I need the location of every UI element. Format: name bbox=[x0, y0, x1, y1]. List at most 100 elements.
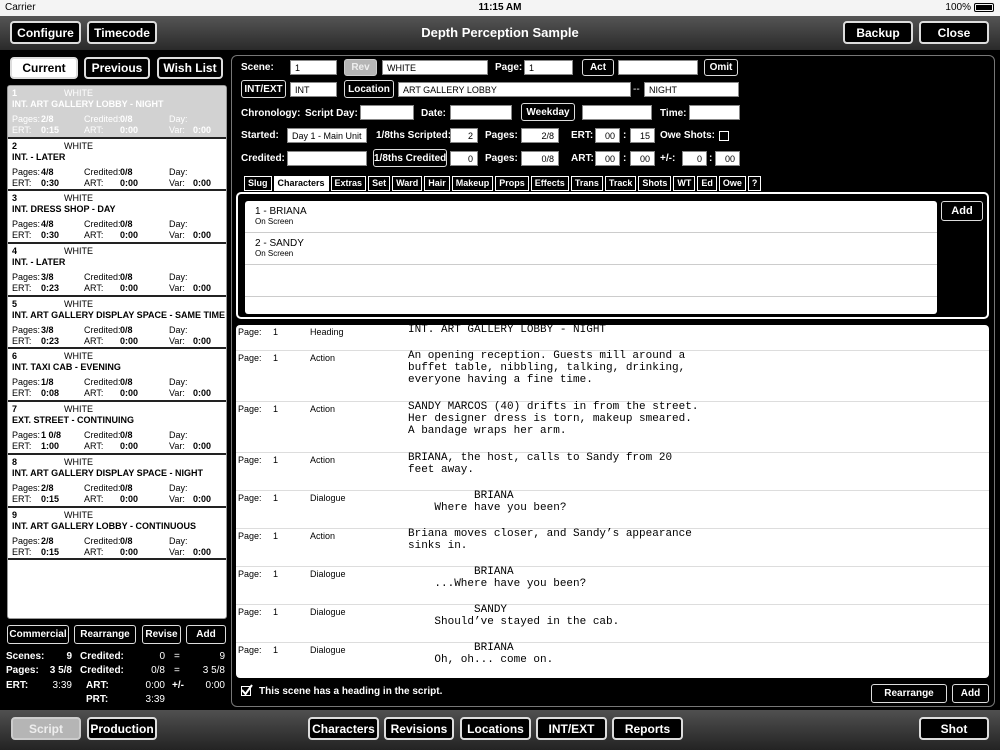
script-line[interactable]: Page: 1 Dialogue SANDY Should’ve stayed in… bbox=[236, 604, 989, 643]
location-field[interactable]: ART GALLERY LOBBY bbox=[398, 82, 631, 97]
eighths-credited-field[interactable]: 0 bbox=[450, 151, 478, 166]
tab-ed[interactable]: Ed bbox=[697, 176, 717, 191]
tab-wish-list[interactable]: Wish List bbox=[157, 57, 223, 79]
rearrange-scenes-button[interactable]: Rearrange bbox=[74, 625, 136, 644]
total-art-value: 0:00 bbox=[145, 680, 165, 691]
script-tab-button[interactable]: Script bbox=[11, 717, 81, 740]
script-line[interactable]: Page: 1 Dialogue BRIANA ...Where have you … bbox=[236, 566, 989, 605]
character-row[interactable]: 2 - SANDY On Screen bbox=[245, 233, 937, 265]
tab-help[interactable]: ? bbox=[747, 176, 762, 191]
script-line[interactable]: Page: 1 Dialogue BRIANA Where have you bee… bbox=[236, 490, 989, 529]
int-ext-button[interactable]: INT/EXT bbox=[241, 80, 286, 98]
pages-field[interactable]: 2/8 bbox=[521, 128, 559, 143]
commercial-button[interactable]: Commercial bbox=[7, 625, 69, 644]
scene-list-item[interactable]: 6 WHITE INT. TAXI CAB - EVENING Pages: 1/8 Cr… bbox=[8, 349, 226, 403]
script-line-text: BRIANA Where have you been? bbox=[434, 490, 567, 514]
scene-list-item[interactable]: 2 WHITE INT. - LATER Pages: 4/8 Credited: 0/8 D… bbox=[8, 139, 226, 192]
tab-previous[interactable]: Previous bbox=[84, 57, 150, 79]
tab-props[interactable]: Props bbox=[495, 176, 529, 191]
tab-track[interactable]: Track bbox=[604, 176, 637, 191]
weekday-field[interactable] bbox=[582, 105, 652, 120]
scene-list-item[interactable]: 7 WHITE EXT. STREET - CONTINUING Pages: 1 0/… bbox=[8, 402, 226, 455]
scene-number-field[interactable]: 1 bbox=[290, 60, 337, 75]
close-button[interactable]: Close bbox=[919, 21, 989, 44]
act-field[interactable] bbox=[618, 60, 698, 75]
script-line[interactable]: Page: 1 Action BRIANA, the host, calls to S… bbox=[236, 452, 989, 491]
tab-makeup[interactable]: Makeup bbox=[451, 176, 494, 191]
script-line[interactable]: Page: 1 Dialogue BRIANA Oh, oh... come on. bbox=[236, 642, 989, 678]
tab-slug[interactable]: Slug bbox=[244, 176, 272, 191]
production-tab-button[interactable]: Production bbox=[87, 717, 157, 740]
omit-button[interactable]: Omit bbox=[704, 59, 738, 76]
scene-list-item[interactable]: 9 WHITE INT. ART GALLERY LOBBY - CONTINUOU… bbox=[8, 508, 226, 561]
ert-hours-field[interactable]: 00 bbox=[595, 128, 620, 143]
scene-list-item[interactable]: 4 WHITE INT. - LATER Pages: 3/8 Credited: 0/8 D… bbox=[8, 244, 226, 297]
owe-shots-checkbox[interactable] bbox=[719, 131, 729, 141]
tab-owe[interactable]: Owe bbox=[718, 176, 746, 191]
eighths-scripted-field[interactable]: 2 bbox=[450, 128, 478, 143]
backup-button[interactable]: Backup bbox=[843, 21, 913, 44]
scene-item-var-label: Var: bbox=[169, 230, 185, 241]
tab-current[interactable]: Current bbox=[10, 57, 78, 79]
time-field[interactable] bbox=[689, 105, 740, 120]
rearrange-lines-button[interactable]: Rearrange bbox=[871, 684, 947, 703]
art-hours-field[interactable]: 00 bbox=[595, 151, 620, 166]
time-of-day-field[interactable]: NIGHT bbox=[644, 82, 739, 97]
add-character-button[interactable]: Add bbox=[941, 201, 983, 221]
int-ext-report-button[interactable]: INT/EXT bbox=[536, 717, 607, 740]
location-button[interactable]: Location bbox=[344, 80, 394, 98]
tab-extras[interactable]: Extras bbox=[330, 176, 367, 191]
int-ext-field[interactable]: INT bbox=[290, 82, 337, 97]
tab-ward[interactable]: Ward bbox=[392, 176, 423, 191]
add-scene-button[interactable]: Add bbox=[186, 625, 226, 644]
scene-list[interactable]: 1 WHITE INT. ART GALLERY LOBBY - NIGHT Page… bbox=[7, 85, 227, 619]
variance-hours-field[interactable]: 0 bbox=[682, 151, 707, 166]
credited-field[interactable] bbox=[287, 151, 367, 166]
scene-list-item[interactable]: 8 WHITE INT. ART GALLERY DISPLAY SPACE - N… bbox=[8, 455, 226, 508]
weekday-button[interactable]: Weekday bbox=[521, 103, 575, 121]
rev-button[interactable]: Rev bbox=[344, 59, 377, 76]
started-field[interactable]: Day 1 - Main Unit bbox=[287, 128, 367, 143]
configure-button[interactable]: Configure bbox=[10, 21, 81, 44]
act-button[interactable]: Act bbox=[582, 59, 614, 76]
characters-report-button[interactable]: Characters bbox=[308, 717, 379, 740]
art-minutes-field[interactable]: 00 bbox=[630, 151, 655, 166]
revise-button[interactable]: Revise bbox=[142, 625, 181, 644]
credited-pages-field[interactable]: 0/8 bbox=[521, 151, 559, 166]
revisions-button[interactable]: Revisions bbox=[384, 717, 454, 740]
script-line[interactable]: Page: 1 Action Briana moves closer, and San… bbox=[236, 528, 989, 567]
tab-characters[interactable]: Characters bbox=[273, 176, 329, 191]
script-day-field[interactable] bbox=[360, 105, 414, 120]
ert-minutes-field[interactable]: 15 bbox=[630, 128, 655, 143]
scene-list-item[interactable]: 3 WHITE INT. DRESS SHOP - DAY Pages: 4/8 Cred… bbox=[8, 191, 226, 245]
tab-effects[interactable]: Effects bbox=[530, 176, 569, 191]
add-line-button[interactable]: Add bbox=[952, 684, 989, 703]
tab-shots[interactable]: Shots bbox=[638, 176, 672, 191]
scene-item-ert: 0:23 bbox=[41, 335, 60, 346]
script-line[interactable]: Page: 1 Action SANDY MARCOS (40) drifts in … bbox=[236, 401, 989, 453]
character-row[interactable]: 1 - BRIANA On Screen bbox=[245, 201, 937, 233]
script-line[interactable]: Page: 1 Heading INT. ART GALLERY LOBBY - NI… bbox=[236, 325, 989, 351]
character-name: 1 - BRIANA bbox=[255, 206, 307, 217]
date-field[interactable] bbox=[450, 105, 512, 120]
tab-set[interactable]: Set bbox=[368, 176, 391, 191]
reports-button[interactable]: Reports bbox=[612, 717, 683, 740]
character-row-empty[interactable] bbox=[245, 265, 937, 297]
scene-item-var: 0:00 bbox=[193, 335, 212, 346]
tab-wt[interactable]: WT bbox=[673, 176, 696, 191]
locations-button[interactable]: Locations bbox=[460, 717, 531, 740]
variance-minutes-field[interactable]: 00 bbox=[715, 151, 740, 166]
script-line[interactable]: Page: 1 Action An opening reception. Guests… bbox=[236, 350, 989, 402]
tab-trans[interactable]: Trans bbox=[570, 176, 603, 191]
revision-field[interactable]: WHITE bbox=[382, 60, 488, 75]
chronology-label: Chronology: bbox=[241, 108, 301, 119]
character-list[interactable]: 1 - BRIANA On Screen 2 - SANDY On Screen bbox=[245, 201, 937, 314]
script-view[interactable]: Page: 1 Heading INT. ART GALLERY LOBBY - NI… bbox=[236, 325, 989, 678]
page-field[interactable]: 1 bbox=[524, 60, 573, 75]
timecode-button[interactable]: Timecode bbox=[87, 21, 157, 44]
scene-list-item[interactable]: 1 WHITE INT. ART GALLERY LOBBY - NIGHT Page… bbox=[8, 86, 226, 139]
scene-list-item[interactable]: 5 WHITE INT. ART GALLERY DISPLAY SPACE - S… bbox=[8, 297, 226, 350]
shot-button[interactable]: Shot bbox=[919, 717, 989, 740]
eighths-credited-button[interactable]: 1/8ths Credited bbox=[373, 149, 447, 167]
tab-hair[interactable]: Hair bbox=[424, 176, 450, 191]
